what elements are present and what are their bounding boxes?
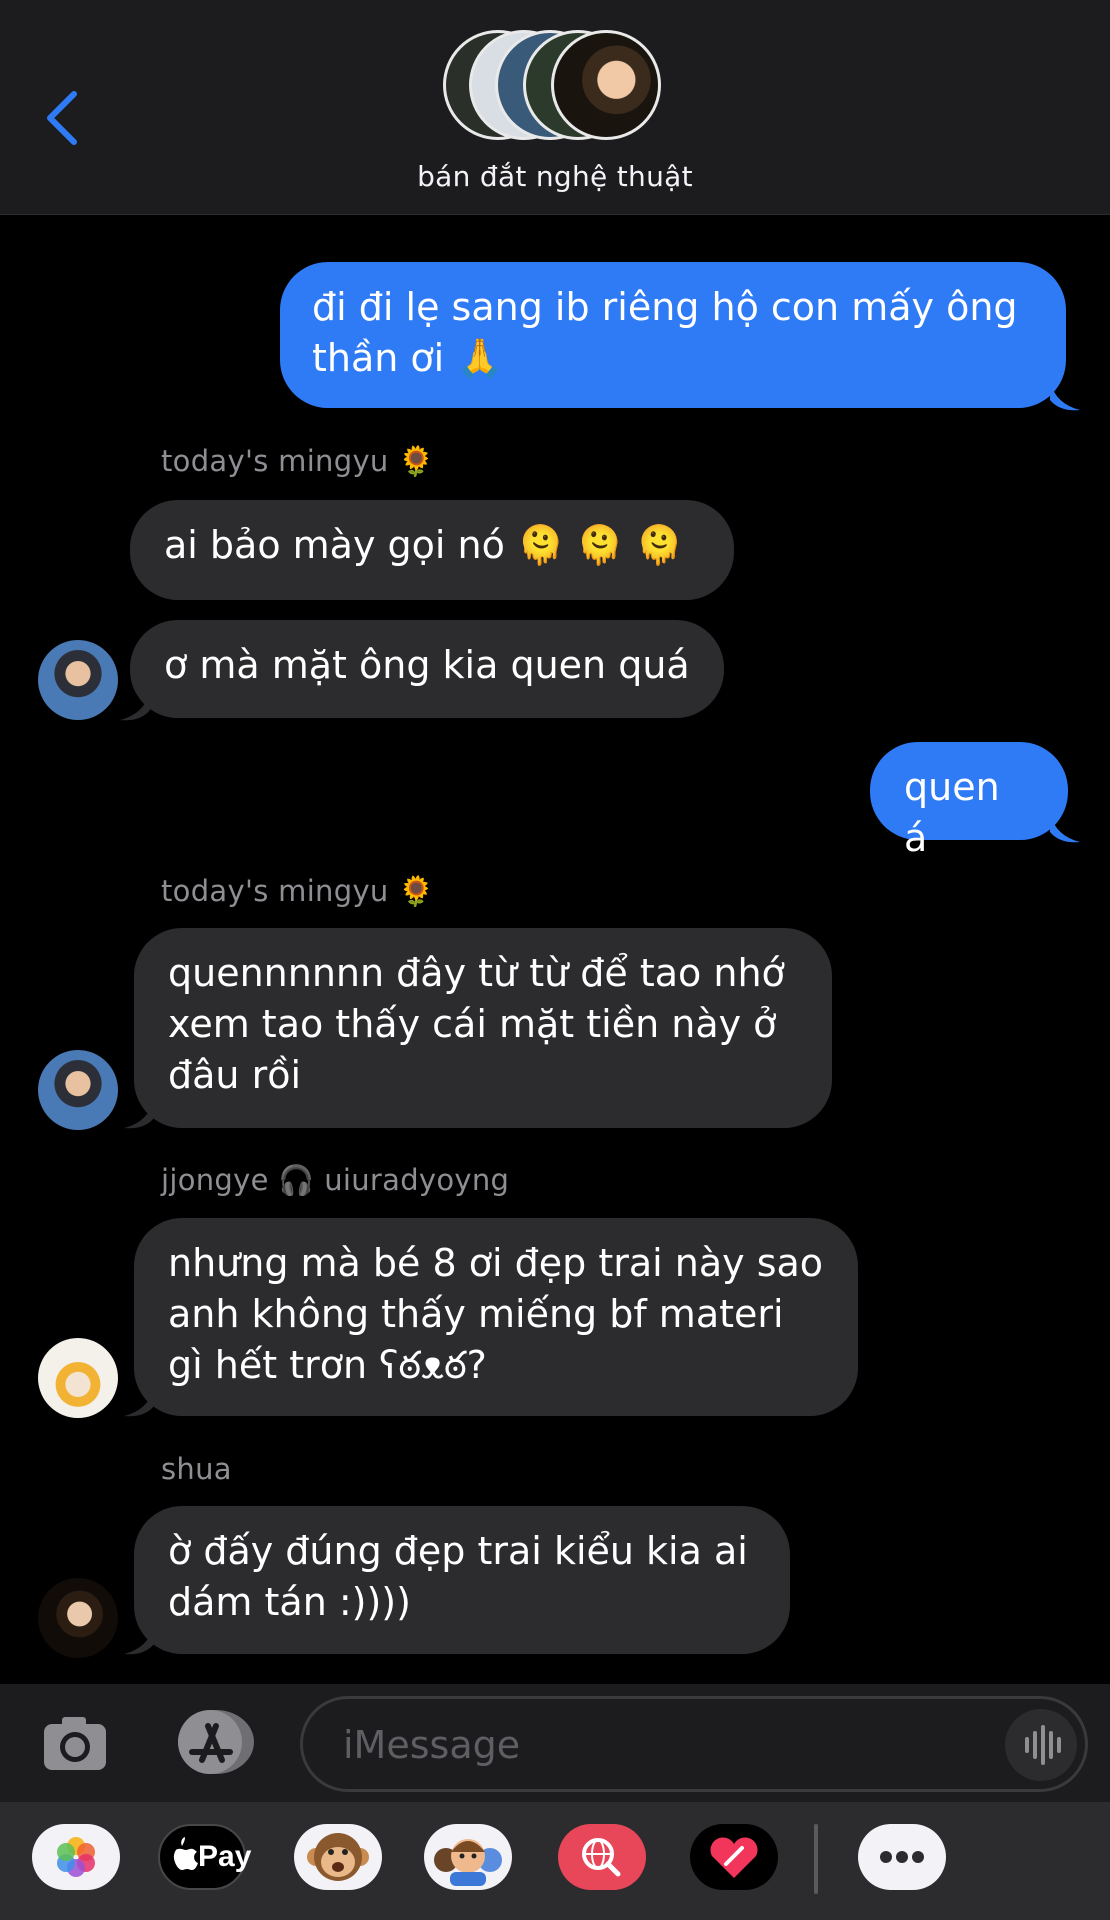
bubble-tail <box>124 1388 154 1417</box>
more-icon[interactable] <box>858 1824 946 1890</box>
bubble-tail <box>124 1626 154 1655</box>
group-name[interactable]: bán đắt nghệ thuật <box>0 160 1110 193</box>
app-strip-divider <box>814 1824 818 1894</box>
avatar-mingyu[interactable] <box>38 1050 118 1130</box>
sender-name: today's mingyu 🌻 <box>161 444 435 478</box>
apple-pay-icon[interactable]: Pay <box>158 1824 251 1890</box>
message-bubble-incoming[interactable]: ơ mà mặt ông kia quen quá <box>130 620 724 718</box>
message-text: quennnnnn đây từ từ để tao nhớ xem tao t… <box>168 951 785 1097</box>
message-text: đi đi lẹ sang ib riêng hộ con mấy ông th… <box>312 285 1018 380</box>
photos-icon[interactable] <box>32 1824 120 1890</box>
memoji-icon[interactable] <box>424 1824 512 1890</box>
message-input[interactable] <box>341 1717 985 1773</box>
message-bubble-incoming[interactable]: nhưng mà bé 8 ơi đẹp trai này sao anh kh… <box>134 1218 858 1416</box>
animoji-monkey-icon[interactable] <box>294 1824 382 1890</box>
message-bubble-incoming[interactable]: quennnnnn đây từ từ để tao nhớ xem tao t… <box>134 928 832 1128</box>
camera-icon[interactable] <box>42 1714 108 1772</box>
conversation-header: bán đắt nghệ thuật <box>0 0 1110 215</box>
chevron-left-icon[interactable] <box>40 88 90 148</box>
bubble-tail <box>120 692 150 721</box>
compose-bar <box>0 1684 1110 1802</box>
message-text: quen á <box>904 765 1000 860</box>
digital-touch-icon[interactable] <box>690 1824 778 1890</box>
avatar-mingyu[interactable] <box>38 640 118 720</box>
message-bubble-incoming[interactable]: ờ đấy đúng đẹp trai kiểu kia ai dám tán … <box>134 1506 790 1654</box>
bubble-tail <box>124 1100 154 1129</box>
bubble-tail <box>1050 382 1080 411</box>
group-avatar-stack[interactable] <box>443 30 669 146</box>
avatar-jjongye[interactable] <box>38 1338 118 1418</box>
message-text: ai bảo mày gọi nó 🫠 🫠 🫠 <box>164 523 684 567</box>
app-drawer: Pay <box>0 1802 1110 1920</box>
waveform-icon[interactable] <box>1005 1709 1077 1781</box>
message-text: ơ mà mặt ông kia quen quá <box>164 643 690 687</box>
message-bubble-incoming[interactable]: ai bảo mày gọi nó 🫠 🫠 🫠 <box>130 500 734 600</box>
sender-name: shua <box>161 1452 232 1486</box>
message-input-field[interactable] <box>300 1696 1088 1792</box>
sender-name: today's mingyu 🌻 <box>161 874 435 908</box>
message-text: nhưng mà bé 8 ơi đẹp trai này sao anh kh… <box>168 1241 824 1387</box>
avatar-shua[interactable] <box>38 1578 118 1658</box>
message-bubble-outgoing[interactable]: quen á <box>870 742 1068 860</box>
sender-name: jjongye 🎧 uiuradyoyng <box>161 1163 510 1197</box>
bubble-tail <box>1050 814 1080 843</box>
web-search-icon[interactable] <box>558 1824 646 1890</box>
message-bubble-outgoing[interactable]: đi đi lẹ sang ib riêng hộ con mấy ông th… <box>280 262 1066 408</box>
group-avatar-5 <box>551 30 661 140</box>
app-store-icon[interactable] <box>170 1706 256 1778</box>
apple-pay-label: Pay <box>198 1840 252 1873</box>
message-text: ờ đấy đúng đẹp trai kiểu kia ai dám tán … <box>168 1529 748 1624</box>
